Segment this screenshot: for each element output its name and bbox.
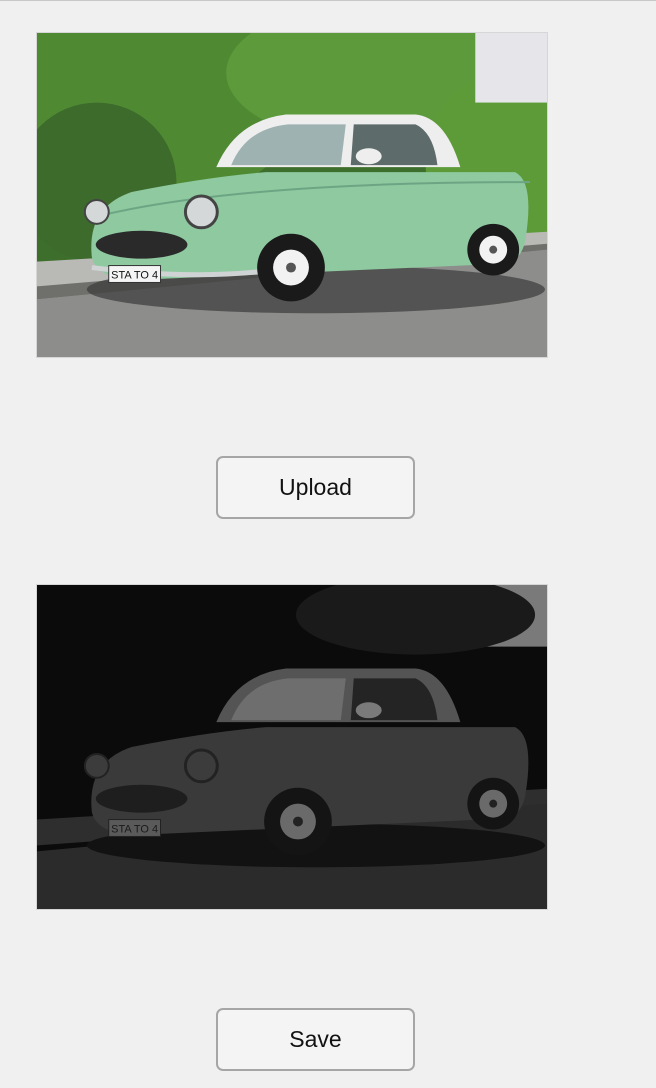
processed-plate-text: STA TO 4: [111, 823, 158, 835]
original-plate-text: STA TO 4: [111, 269, 158, 281]
save-button[interactable]: Save: [216, 1008, 415, 1071]
original-image: STA TO 4: [36, 32, 548, 358]
window-top-border: [0, 0, 656, 1]
upload-button[interactable]: Upload: [216, 456, 415, 519]
processed-image: STA TO 4: [36, 584, 548, 910]
